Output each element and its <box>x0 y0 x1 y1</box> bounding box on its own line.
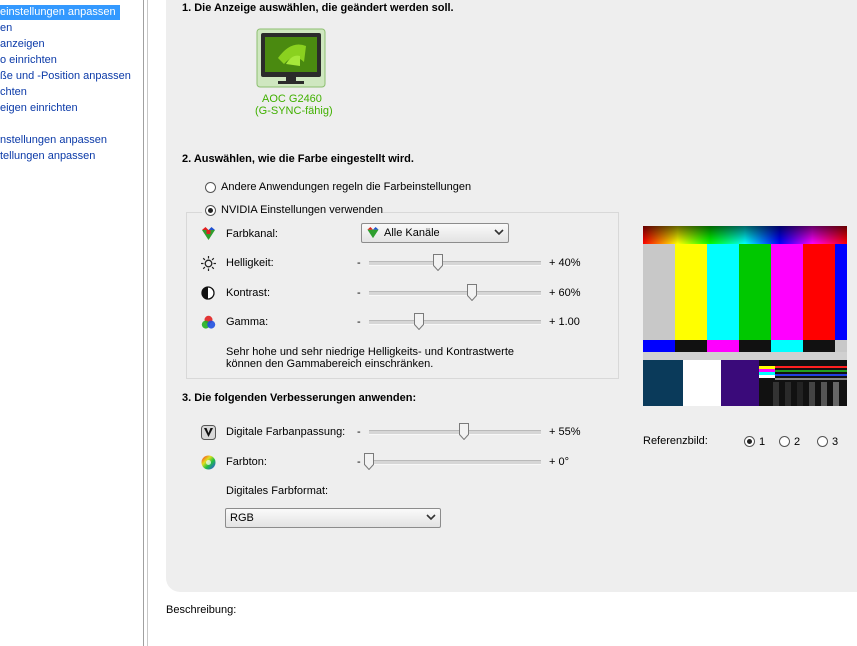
radio-nvidia-settings-label[interactable]: NVIDIA Einstellungen verwenden <box>221 204 383 216</box>
brightness-icon <box>201 256 216 271</box>
gamma-slider-track[interactable] <box>369 320 541 325</box>
gamma-label: Gamma: <box>226 316 269 328</box>
reference-radio-2-label[interactable]: 2 <box>794 436 800 448</box>
section3-heading: 3. Die folgenden Verbesserungen anwenden… <box>182 392 417 404</box>
sidebar-divider <box>143 0 144 646</box>
monitor-gsync-label: (G-SYNC-fähig) <box>255 105 333 117</box>
color-format-select[interactable]: RGB <box>225 508 441 528</box>
section2-heading: 2. Auswählen, wie die Farbe eingestellt … <box>182 153 414 165</box>
hue-slider-track[interactable] <box>369 460 541 465</box>
digital-vibrance-icon <box>201 425 216 440</box>
hue-wheel-icon <box>201 455 216 470</box>
reference-radio-1[interactable] <box>744 436 755 447</box>
reference-radio-1-label[interactable]: 1 <box>759 436 765 448</box>
sidebar-item-8[interactable]: nstellungen anpassen <box>0 133 107 148</box>
reference-radio-3[interactable] <box>817 436 828 447</box>
sidebar-item-color-settings[interactable]: einstellungen anpassen <box>0 5 120 20</box>
sidebar-item-7[interactable]: eigen einrichten <box>0 101 78 116</box>
sidebar-item-3[interactable]: anzeigen <box>0 37 45 52</box>
sidebar-item-2[interactable]: en <box>0 21 12 36</box>
hue-slider-thumb[interactable] <box>364 453 374 470</box>
sidebar-item-5[interactable]: ße und -Position anpassen <box>0 69 131 84</box>
brightness-minus: - <box>357 257 361 269</box>
color-channel-icon <box>202 227 215 240</box>
channel-select-icon <box>367 227 379 239</box>
contrast-minus: - <box>357 287 361 299</box>
vibrance-minus: - <box>357 426 361 438</box>
splitter[interactable] <box>147 0 148 646</box>
sidebar-item-4[interactable]: o einrichten <box>0 53 57 68</box>
gamma-note-line1: Sehr hohe und sehr niedrige Helligkeits-… <box>226 346 514 358</box>
gamma-slider-thumb[interactable] <box>413 313 424 330</box>
brightness-slider-track[interactable] <box>369 261 541 266</box>
nvidia-monitor-icon <box>256 28 326 88</box>
color-format-value: RGB <box>230 512 254 524</box>
section1-heading: 1. Die Anzeige auswählen, die geändert w… <box>182 2 454 14</box>
reference-test-image <box>643 226 847 406</box>
reference-radio-3-label[interactable]: 3 <box>832 436 838 448</box>
brightness-slider-thumb[interactable] <box>432 254 443 271</box>
monitor-name: AOC G2460 <box>262 93 322 105</box>
chevron-down-icon <box>494 229 504 236</box>
color-format-label: Digitales Farbformat: <box>226 485 329 497</box>
contrast-icon <box>201 286 215 300</box>
sidebar: einstellungen anpassen en anzeigen o ein… <box>0 0 143 646</box>
hue-minus: - <box>357 456 361 468</box>
reference-label: Referenzbild: <box>643 435 708 447</box>
sidebar-item-9[interactable]: tellungen anpassen <box>0 149 95 164</box>
contrast-slider-track[interactable] <box>369 291 541 296</box>
channel-select[interactable]: Alle Kanäle <box>361 223 509 243</box>
description-label: Beschreibung: <box>166 604 237 616</box>
gamma-icon <box>201 315 216 329</box>
vibrance-slider-thumb[interactable] <box>458 423 469 440</box>
gamma-minus: - <box>357 316 361 328</box>
radio-other-apps-label[interactable]: Andere Anwendungen regeln die Farbeinste… <box>221 181 471 193</box>
contrast-slider-thumb[interactable] <box>467 284 478 301</box>
vibrance-value: + 55% <box>549 426 581 438</box>
monitor-tile[interactable] <box>256 28 326 88</box>
vibrance-slider-track[interactable] <box>369 430 541 435</box>
reference-radio-2[interactable] <box>779 436 790 447</box>
vibrance-label: Digitale Farbanpassung: <box>226 426 346 438</box>
hue-value: + 0° <box>549 456 569 468</box>
chevron-down-icon <box>426 514 436 521</box>
radio-other-apps[interactable] <box>205 182 216 193</box>
sidebar-item-6[interactable]: chten <box>0 85 27 100</box>
channel-select-value: Alle Kanäle <box>384 227 440 239</box>
hue-label: Farbton: <box>226 456 267 468</box>
brightness-label: Helligkeit: <box>226 257 274 269</box>
radio-nvidia-settings[interactable] <box>205 205 216 216</box>
contrast-value: + 60% <box>549 287 581 299</box>
contrast-label: Kontrast: <box>226 287 271 299</box>
brightness-value: + 40% <box>549 257 581 269</box>
gamma-note-line2: können den Gammabereich einschränken. <box>226 358 434 370</box>
gamma-value: + 1.00 <box>549 316 580 328</box>
channel-label: Farbkanal: <box>226 228 278 240</box>
